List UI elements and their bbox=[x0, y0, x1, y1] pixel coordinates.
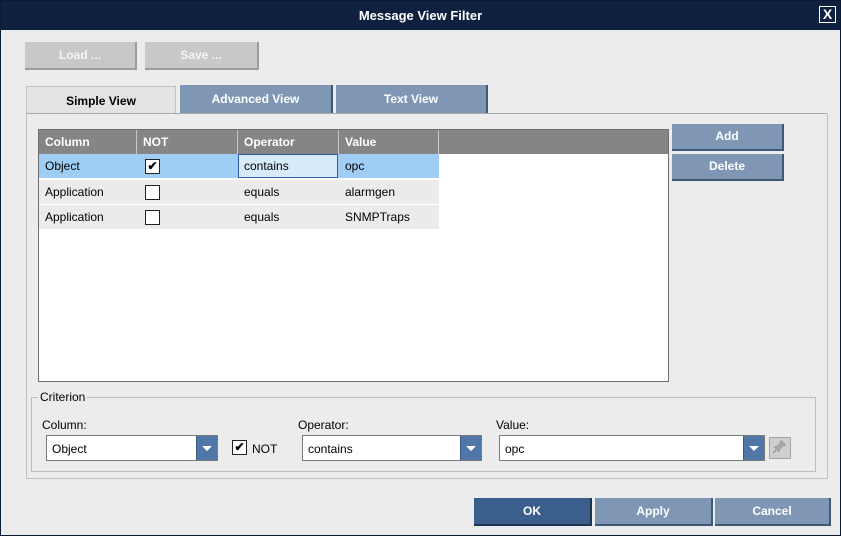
header-operator[interactable]: Operator bbox=[238, 130, 339, 154]
delete-button[interactable]: Delete bbox=[672, 154, 784, 181]
header-value[interactable]: Value bbox=[339, 130, 439, 154]
cell-operator: equals bbox=[244, 185, 280, 199]
message-view-filter-dialog: Message View Filter X Load ... Save ... … bbox=[0, 0, 841, 536]
not-checkbox[interactable]: ✔ bbox=[145, 159, 160, 174]
table-row[interactable]: Application equals alarmgen bbox=[39, 180, 439, 204]
tab-text-view[interactable]: Text View bbox=[336, 85, 488, 113]
load-button[interactable]: Load ... bbox=[25, 42, 137, 70]
value-label: Value: bbox=[496, 418, 530, 432]
pin-icon[interactable] bbox=[769, 437, 791, 459]
not-checkbox[interactable] bbox=[145, 210, 160, 225]
criterion-not-label: NOT bbox=[252, 442, 278, 456]
close-icon[interactable]: X bbox=[819, 6, 836, 23]
cell-column: Application bbox=[45, 185, 104, 199]
simple-view-panel: Column NOT Operator Value Object ✔ conta… bbox=[26, 114, 828, 479]
header-not[interactable]: NOT bbox=[137, 130, 238, 154]
criterion-group: Criterion Column: Object ✔ NOT Operator:… bbox=[31, 390, 816, 472]
cell-column: Object bbox=[45, 159, 80, 173]
cell-operator[interactable]: contains bbox=[238, 154, 338, 178]
cell-value: SNMPTraps bbox=[345, 210, 410, 224]
apply-button[interactable]: Apply bbox=[595, 498, 713, 526]
cell-value: opc bbox=[345, 159, 365, 173]
chevron-down-icon[interactable] bbox=[460, 436, 481, 460]
cancel-button[interactable]: Cancel bbox=[715, 498, 831, 526]
filter-grid[interactable]: Column NOT Operator Value Object ✔ conta… bbox=[38, 129, 669, 382]
value-select[interactable]: opc bbox=[499, 435, 765, 461]
criterion-not-checkbox[interactable]: ✔ bbox=[232, 440, 247, 455]
table-row[interactable]: Application equals SNMPTraps bbox=[39, 205, 439, 229]
window-title: Message View Filter bbox=[358, 8, 483, 23]
operator-select[interactable]: contains bbox=[302, 435, 482, 461]
table-row[interactable]: Object ✔ contains opc bbox=[39, 154, 439, 178]
cell-column: Application bbox=[45, 210, 104, 224]
tab-advanced-view[interactable]: Advanced View bbox=[180, 85, 333, 113]
operator-label: Operator: bbox=[298, 418, 349, 432]
cell-operator: equals bbox=[244, 210, 280, 224]
chevron-down-icon[interactable] bbox=[196, 436, 217, 460]
cell-value: alarmgen bbox=[345, 185, 396, 199]
grid-header: Column NOT Operator Value bbox=[39, 130, 668, 154]
ok-button[interactable]: OK bbox=[474, 498, 592, 526]
header-column[interactable]: Column bbox=[39, 130, 137, 154]
save-button[interactable]: Save ... bbox=[145, 42, 259, 70]
criterion-legend: Criterion bbox=[38, 390, 88, 404]
chevron-down-icon[interactable] bbox=[743, 436, 764, 460]
tab-simple-view[interactable]: Simple View bbox=[26, 86, 176, 115]
not-checkbox[interactable] bbox=[145, 185, 160, 200]
column-label: Column: bbox=[42, 418, 87, 432]
add-button[interactable]: Add bbox=[672, 124, 784, 151]
title-bar: Message View Filter X bbox=[1, 1, 840, 30]
column-select[interactable]: Object bbox=[46, 435, 218, 461]
